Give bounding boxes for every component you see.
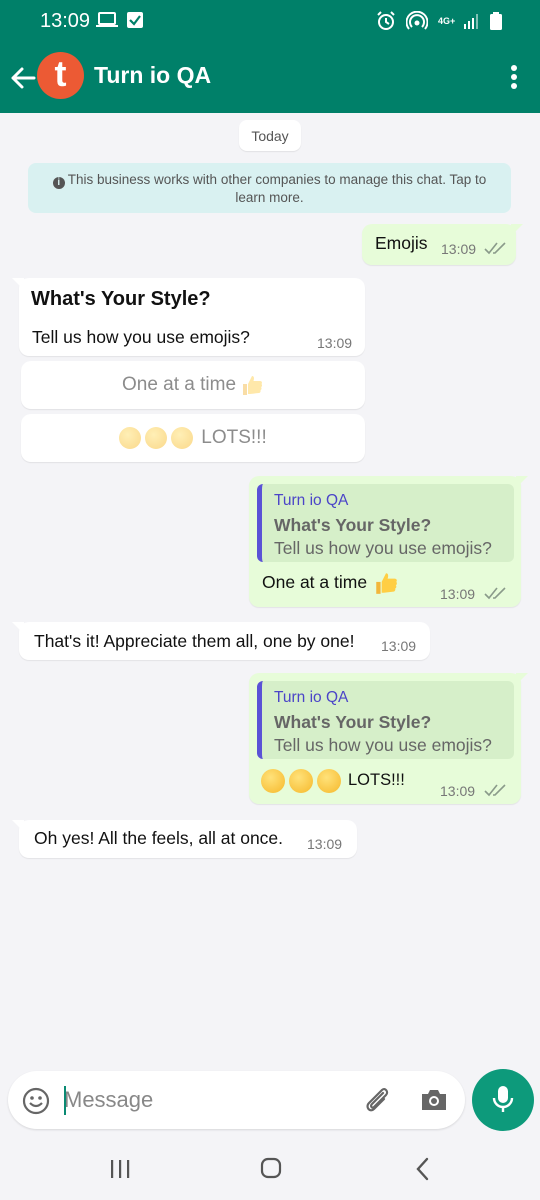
money-mouth-emoji-icon [171,427,194,449]
quote-title: What's Your Style? [274,515,432,535]
quote-title: What's Your Style? [274,712,432,732]
quote-body: Tell us how you use emojis? [274,538,492,558]
date-divider: Today [239,120,301,151]
zany-face-emoji-icon [289,769,313,793]
message-text: Tell us how you use emojis? [32,327,250,347]
chat-header: t Turn io QA [0,42,540,113]
message-outgoing-reply[interactable]: Turn io QA What's Your Style? Tell us ho… [249,476,528,607]
more-options-icon[interactable] [502,62,526,92]
message-text: That's it! Appreciate them all, one by o… [34,631,355,651]
star-struck-emoji-icon [261,769,285,793]
recent-apps-icon[interactable] [108,1158,132,1180]
read-ticks-icon [484,242,506,255]
message-outgoing-reply[interactable]: Turn io QA What's Your Style? Tell us ho… [249,673,528,804]
system-navigation-bar [0,1140,540,1200]
avatar-letter: t [54,53,67,94]
message-time: 13:09 [307,836,343,852]
message-text: Oh yes! All the feels, all at once. [34,828,284,848]
quoted-message[interactable]: Turn io QA What's Your Style? Tell us ho… [257,681,514,759]
thumbs-up-icon [376,573,397,594]
contact-name[interactable]: Turn io QA [94,62,211,89]
quote-body: Tell us how you use emojis? [274,735,492,755]
status-time: 13:09 [40,10,91,32]
home-icon[interactable] [260,1157,282,1179]
avatar[interactable]: t [37,52,84,99]
message-text: Emojis [375,233,428,253]
info-icon: i [52,177,65,189]
status-bar: 13:09 4G+ [0,0,540,42]
network-type: 4G+ [438,15,456,26]
message-time: 13:09 [440,586,476,602]
message-text: LOTS!!! [348,771,405,789]
microphone-icon [492,1086,514,1112]
card-title: What's Your Style? [31,288,211,310]
message-time: 13:09 [441,241,477,257]
paperclip-icon[interactable] [361,1084,393,1116]
alarm-icon [377,11,395,30]
camera-icon[interactable] [419,1086,449,1114]
notice-text: This business works with other companies… [67,172,487,205]
read-ticks-icon [484,784,506,797]
zany-face-emoji-icon [145,427,168,449]
money-mouth-emoji-icon [317,769,341,793]
hotspot-icon [406,11,428,30]
thumbs-up-icon [243,376,263,395]
message-composer [8,1071,465,1129]
business-notice[interactable]: i This business works with other companie… [28,163,511,213]
message-incoming-card[interactable]: What's Your Style? Tell us how you use e… [12,278,365,356]
message-time: 13:09 [317,335,353,351]
message-incoming[interactable]: Oh yes! All the feels, all at once. 13:0… [12,820,357,858]
voice-message-button[interactable] [472,1069,534,1131]
quote-author: Turn io QA [274,492,349,509]
message-time: 13:09 [440,783,476,799]
message-time: 13:09 [381,638,417,654]
back-nav-icon[interactable] [414,1157,432,1181]
message-incoming[interactable]: That's it! Appreciate them all, one by o… [12,622,430,660]
emoji-picker-icon[interactable] [21,1086,51,1116]
text-cursor [64,1086,66,1115]
quick-reply-label: One at a time [121,374,237,395]
check-box-icon [127,12,143,28]
back-arrow-icon[interactable] [8,63,38,93]
quick-reply-label: LOTS!!! [201,427,267,448]
read-ticks-icon [484,587,506,600]
quick-reply-one-at-a-time[interactable]: One at a time [21,361,365,409]
message-input[interactable] [64,1083,344,1117]
quick-reply-lots[interactable]: LOTS!!! [21,414,365,462]
signal-icon [464,14,478,29]
message-text: One at a time [262,572,368,592]
quote-author: Turn io QA [274,689,349,706]
quoted-message[interactable]: Turn io QA What's Your Style? Tell us ho… [257,484,514,562]
star-struck-emoji-icon [119,427,142,449]
laptop-icon [96,12,118,27]
battery-icon [490,12,502,30]
message-outgoing[interactable]: Emojis 13:09 [362,224,523,265]
